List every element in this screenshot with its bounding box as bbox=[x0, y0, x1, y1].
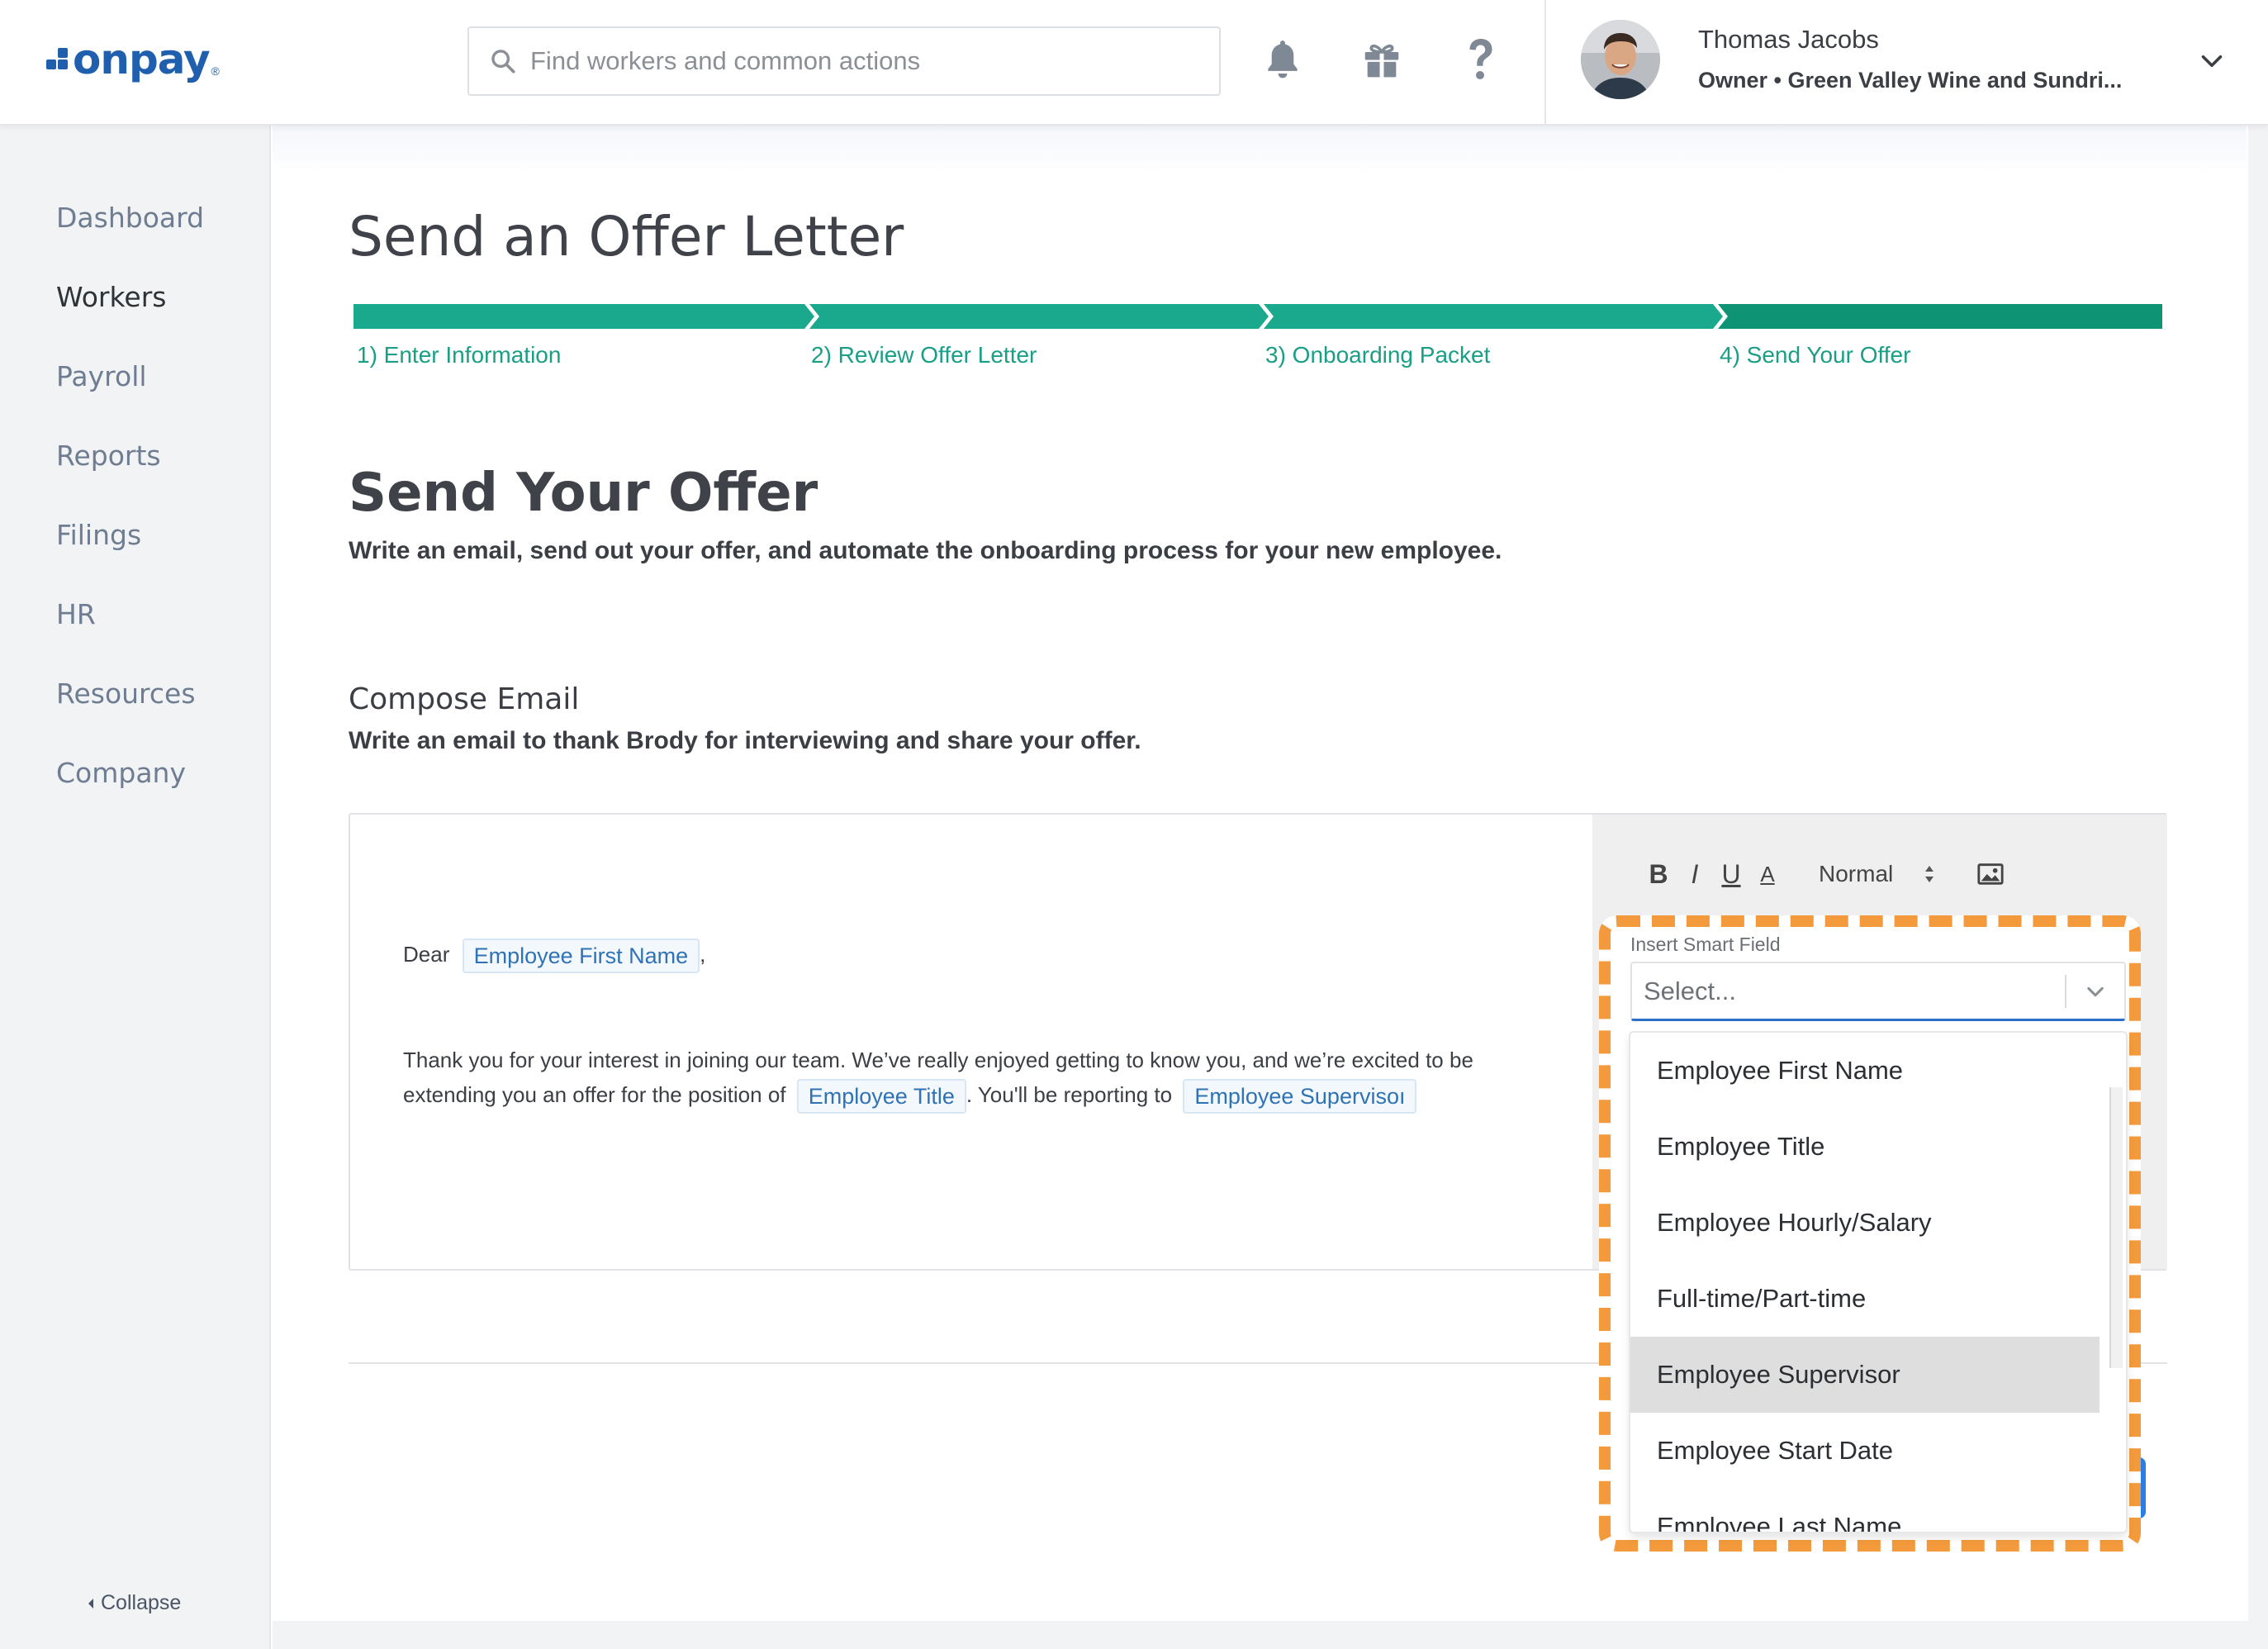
page-title: Send an Offer Letter bbox=[349, 205, 904, 268]
compose-title: Compose Email bbox=[349, 682, 580, 716]
underline-button[interactable]: U bbox=[1713, 853, 1749, 895]
smart-field-menu: Employee First Name Employee Title Emplo… bbox=[1630, 1033, 2126, 1532]
step-3-bar bbox=[1264, 304, 1723, 329]
menu-scrollbar[interactable] bbox=[2109, 1087, 2123, 1368]
smart-field-chip-title[interactable]: Employee Title bbox=[796, 1079, 966, 1114]
sidebar-item-company[interactable]: Company bbox=[56, 757, 186, 789]
sidebar-item-hr[interactable]: HR bbox=[56, 598, 96, 630]
step-4-label[interactable]: 4) Send Your Offer bbox=[1720, 342, 1910, 368]
smart-field-placeholder: Select... bbox=[1644, 976, 1736, 1005]
smart-field-chip-supervisor[interactable]: Employee Supervisoı bbox=[1183, 1079, 1417, 1114]
smart-field-label: Insert Smart Field bbox=[1630, 934, 1781, 955]
search-input[interactable] bbox=[530, 46, 1191, 76]
smart-field-select[interactable]: Select... bbox=[1630, 962, 2126, 1021]
smart-field-option[interactable]: Employee Start Date bbox=[1630, 1413, 2100, 1489]
collapse-label: Collapse bbox=[101, 1591, 182, 1614]
dropdown-toggle[interactable] bbox=[2066, 980, 2124, 1003]
bold-button[interactable]: B bbox=[1640, 853, 1677, 895]
search-bar[interactable] bbox=[467, 26, 1221, 96]
logo-text: onpay bbox=[73, 36, 211, 83]
smart-field-option[interactable]: Employee Last Name bbox=[1630, 1489, 2100, 1532]
search-icon bbox=[491, 50, 515, 74]
section-subtitle: Write an email, send out your offer, and… bbox=[349, 537, 1502, 564]
text-format-value: Normal bbox=[1819, 861, 1894, 886]
greeting-text: Dear bbox=[403, 942, 450, 967]
onpay-logo[interactable]: onpay ® bbox=[46, 35, 220, 84]
chevron-down-icon bbox=[2087, 986, 2104, 996]
bell-icon bbox=[1268, 40, 1298, 78]
user-name[interactable]: Thomas Jacobs bbox=[1698, 25, 1879, 55]
chevron-down-icon[interactable] bbox=[2197, 46, 2227, 76]
insert-image-button[interactable] bbox=[1972, 853, 2009, 895]
gift-icon bbox=[1364, 44, 1399, 78]
user-avatar[interactable] bbox=[1581, 20, 1660, 99]
email-greeting-line[interactable]: Dear Employee First Name, bbox=[403, 937, 706, 974]
smart-field-option-hovered[interactable]: Employee Supervisor bbox=[1630, 1337, 2100, 1413]
main-bottom-band bbox=[273, 1621, 2268, 1649]
notifications-button[interactable] bbox=[1258, 33, 1307, 86]
sidebar-item-filings[interactable]: Filings bbox=[56, 519, 141, 551]
progress-bar bbox=[353, 304, 2162, 329]
italic-button[interactable]: I bbox=[1677, 853, 1713, 895]
body-line-2-start: extending you an offer for the position … bbox=[403, 1082, 786, 1107]
compose-subtitle: Write an email to thank Brody for interv… bbox=[349, 727, 1141, 754]
sidebar bbox=[0, 126, 271, 1649]
progress-steps: 1) Enter Information 2) Review Offer Let… bbox=[353, 304, 2162, 368]
sidebar-item-dashboard[interactable]: Dashboard bbox=[56, 202, 204, 234]
image-icon bbox=[1977, 863, 2004, 885]
step-2-label[interactable]: 2) Review Offer Letter bbox=[811, 342, 1037, 368]
step-1-label[interactable]: 1) Enter Information bbox=[357, 342, 561, 368]
smart-field-chip-first-name[interactable]: Employee First Name bbox=[462, 939, 700, 974]
sidebar-item-workers[interactable]: Workers bbox=[56, 281, 166, 313]
main-top-band bbox=[273, 126, 2247, 172]
page-scrollbar-track[interactable] bbox=[2248, 126, 2268, 1621]
caret-left-icon bbox=[88, 1598, 93, 1609]
sidebar-item-payroll[interactable]: Payroll bbox=[56, 360, 147, 392]
smart-field-option[interactable]: Employee Title bbox=[1630, 1109, 2100, 1185]
collapse-sidebar-button[interactable]: Collapse bbox=[86, 1591, 181, 1615]
greeting-comma: , bbox=[700, 942, 706, 967]
help-button[interactable] bbox=[1456, 33, 1506, 86]
sidebar-item-reports[interactable]: Reports bbox=[56, 440, 161, 472]
user-role[interactable]: Owner • Green Valley Wine and Sundri... bbox=[1698, 68, 2122, 93]
rewards-button[interactable] bbox=[1357, 33, 1407, 86]
step-3-label[interactable]: 3) Onboarding Packet bbox=[1265, 342, 1490, 368]
section-title: Send Your Offer bbox=[349, 463, 818, 524]
email-body-line-2[interactable]: extending you an offer for the position … bbox=[403, 1077, 1417, 1114]
body-line-2-mid: . You'll be reporting to bbox=[966, 1082, 1173, 1107]
sidebar-item-resources[interactable]: Resources bbox=[56, 677, 196, 710]
step-4-bar bbox=[1718, 304, 2162, 329]
top-header: onpay ® Find workers and common actions … bbox=[0, 0, 2268, 126]
text-format-select[interactable]: Normal bbox=[1819, 861, 1936, 887]
smart-field-option[interactable]: Full-time/Part-time bbox=[1630, 1261, 2100, 1337]
formatting-toolbar: B I U A Normal bbox=[1640, 851, 2009, 897]
logo-registered-mark: ® bbox=[211, 64, 220, 78]
text-color-button[interactable]: A bbox=[1749, 853, 1786, 895]
help-icon bbox=[1469, 39, 1492, 79]
smart-field-option[interactable]: Employee First Name bbox=[1630, 1033, 2100, 1109]
updown-arrows-icon bbox=[1925, 866, 1934, 882]
email-body-line-1[interactable]: Thank you for your interest in joining o… bbox=[403, 1043, 1473, 1077]
logo-mark-icon bbox=[46, 48, 69, 71]
smart-field-option[interactable]: Employee Hourly/Salary bbox=[1630, 1185, 2100, 1261]
avatar-photo bbox=[1581, 20, 1660, 99]
step-1-bar bbox=[353, 304, 814, 329]
header-divider bbox=[1544, 0, 1546, 124]
step-2-bar bbox=[809, 304, 1269, 329]
